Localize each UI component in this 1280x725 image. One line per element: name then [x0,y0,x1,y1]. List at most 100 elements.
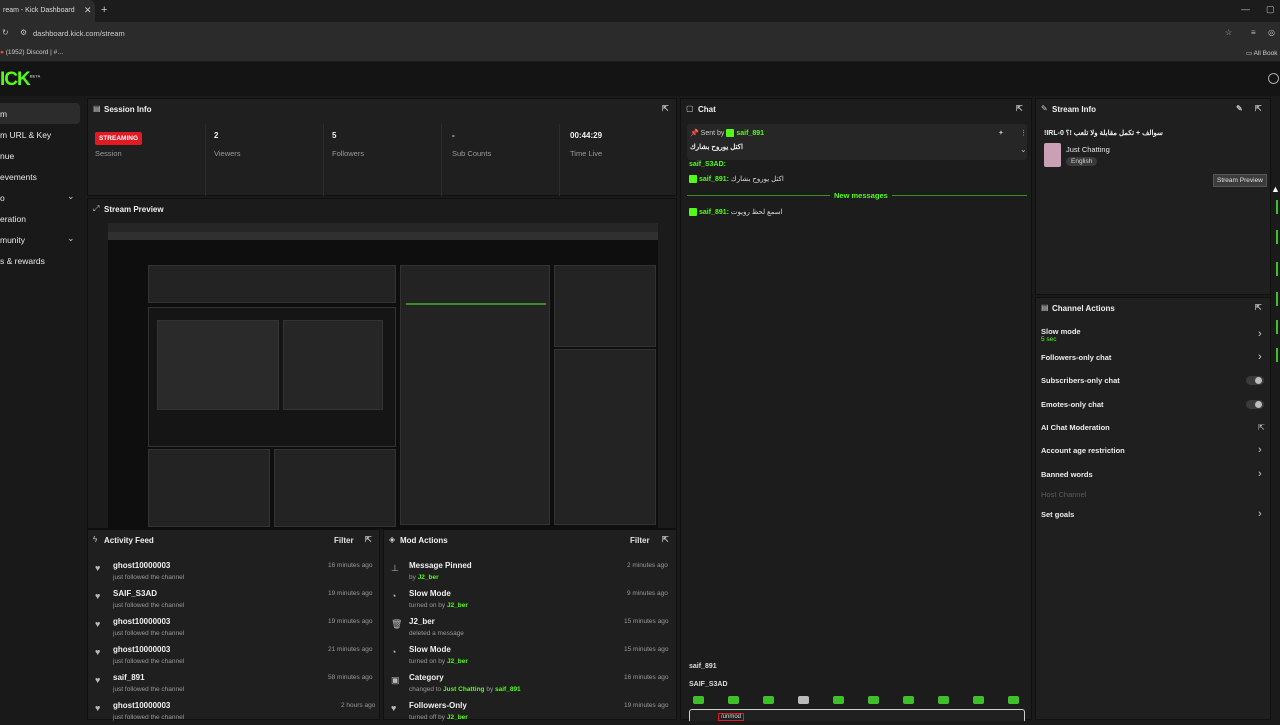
preview-mod-panel [274,449,396,527]
mod-action-item: ◔ Slow Mode turned on by J2_ber 15 minut… [391,645,669,665]
emote-icon[interactable] [693,696,704,704]
action-label: Subscribers-only chat [1041,376,1120,385]
banned-words-row[interactable]: Banned words › [1036,465,1270,487]
category-thumbnail [1044,143,1061,167]
panel-title: Chat [698,105,716,114]
account-age-row[interactable]: Account age restriction › [1036,441,1270,463]
stat-value: 5 [332,131,337,140]
sidebar-item-stream[interactable]: m [0,103,80,124]
url-field[interactable]: dashboard.kick.com/stream [33,29,125,38]
popout-icon[interactable]: ⇱ [365,535,372,544]
activity-item: ♥ SAIF_S3AD just followed the channel 19… [95,589,373,609]
heart-icon: ♥ [391,703,397,713]
all-bookmarks[interactable]: ▭ All Book [1246,49,1277,57]
app-header: ICKBETA [0,62,1280,96]
emote-icon[interactable] [1008,696,1019,704]
emote-icon[interactable] [903,696,914,704]
emote-icon[interactable] [833,696,844,704]
filter-button[interactable]: Filter [334,536,354,545]
panel-title: Mod Actions [400,536,448,545]
extensions-icon[interactable]: ≡ [1251,28,1256,37]
popout-icon[interactable]: ⇱ [1255,104,1262,113]
emote-icon[interactable] [763,696,774,704]
panel-title: Channel Actions [1052,304,1115,313]
maximize-icon[interactable]: ▢ [1266,4,1275,15]
preview-tabbar [108,223,658,232]
chat-message: saif_891: اسمع لحظ رويوت [689,208,783,217]
emote-icon[interactable] [973,696,984,704]
filter-button[interactable]: Filter [630,536,650,545]
subscribers-only-toggle[interactable] [1246,376,1264,385]
settings-icon[interactable] [1268,73,1279,84]
lightning-icon: ϟ [93,535,98,544]
heart-icon: ♥ [95,647,101,657]
bars-icon: ▤ [93,104,101,113]
slow-mode-row[interactable]: Slow mode 5 sec › [1036,325,1270,347]
chat-panel: ▢ Chat ⇱ 📌 Sent by saif_891 اكتل يوروح ب… [680,98,1032,721]
sidebar-item-video[interactable]: o ⌄ [0,187,80,208]
stream-preview-video[interactable] [108,223,658,528]
edge-marker [1276,200,1278,214]
action-label: AI Chat Moderation [1041,423,1110,432]
unpin-icon[interactable]: ✦ [998,129,1004,137]
sidebar-item-stream-url-key[interactable]: m URL & Key [0,124,80,145]
bookmark-discord[interactable]: ● (1952) Discord | #… [0,49,64,56]
edge-marker [1276,348,1278,362]
edge-marker [1276,230,1278,244]
sidebar: m m URL & Key nue evements o ⌄ eration mu… [0,96,86,720]
close-tab-icon[interactable]: ✕ [84,5,92,16]
profile-icon[interactable]: ◎ [1268,28,1275,37]
emote-icon[interactable] [868,696,879,704]
activity-item: ♥ ghost10000003 just followed the channe… [95,617,373,637]
sidebar-item-community[interactable]: munity ⌄ [0,229,80,250]
chat-partial-user: saif_S3AD: [689,161,726,168]
emote-icon[interactable] [798,696,809,704]
sidebar-item-moderation[interactable]: eration [0,208,80,229]
panel-header: ▤ Channel Actions ⇱ [1036,298,1270,318]
reload-icon[interactable]: ↻ [2,28,9,37]
preview-session-panel [148,265,396,303]
panel-header: ✎ Stream Info ✎ ⇱ [1036,99,1270,119]
preview-nested-frame [157,320,279,410]
popout-icon[interactable]: ⇱ [662,535,669,544]
popout-icon[interactable]: ⇱ [1016,104,1023,113]
stream-title: !IRL-0 سوالف + تكمل مقابلة ولا تلعب !؟ [1044,130,1163,137]
more-icon[interactable]: ⋮ [1020,129,1027,137]
followers-only-row[interactable]: Followers-only chat › [1036,348,1270,370]
preview-nested-frame [283,320,383,410]
sidebar-item-rewards[interactable]: s & rewards [0,250,80,271]
emotes-only-toggle[interactable] [1246,400,1264,409]
emote-icon[interactable] [938,696,949,704]
chat-input[interactable]: /unmod [689,709,1025,721]
language-tag: English [1066,157,1098,166]
minimize-icon[interactable]: — [1241,4,1250,14]
popout-icon[interactable]: ⇱ [662,104,669,113]
emote-icon[interactable] [728,696,739,704]
sidebar-item-achievements[interactable]: evements [0,166,80,187]
bookmark-star-icon[interactable]: ☆ [1225,28,1232,37]
stat-value: 2 [214,131,219,140]
category-icon: ▣ [391,675,400,685]
trash-icon: 🗑 [391,619,403,629]
tab-title: ream - Kick Dashboard [3,7,75,14]
heart-icon: ♥ [95,563,101,573]
chevron-down-icon[interactable]: ⌄ [1020,145,1027,154]
site-info-icon[interactable]: ⚙ [20,28,27,37]
ai-moderation-row[interactable]: AI Chat Moderation ⇱ [1036,418,1270,440]
edge-marker [1276,262,1278,276]
kick-logo[interactable]: ICKBETA [0,69,40,91]
new-tab-icon[interactable]: + [101,4,107,16]
kick-badge-icon [689,208,697,217]
heart-icon: ♥ [95,619,101,629]
browser-tab[interactable]: ream - Kick Dashboard ✕ [0,0,95,22]
tooltip: Stream Preview [1213,174,1267,187]
stat-viewers: 2 Viewers [206,124,324,196]
new-messages-label: New messages [830,191,892,200]
sidebar-item-revenue[interactable]: nue [0,145,80,166]
edit-icon[interactable]: ✎ [1236,104,1243,113]
popout-icon[interactable]: ⇱ [1255,303,1262,312]
actions-icon: ▤ [1041,303,1049,312]
set-goals-row[interactable]: Set goals › [1036,505,1270,527]
status-badge: STREAMING [95,132,142,145]
pin-icon: ⊥ [391,563,399,573]
